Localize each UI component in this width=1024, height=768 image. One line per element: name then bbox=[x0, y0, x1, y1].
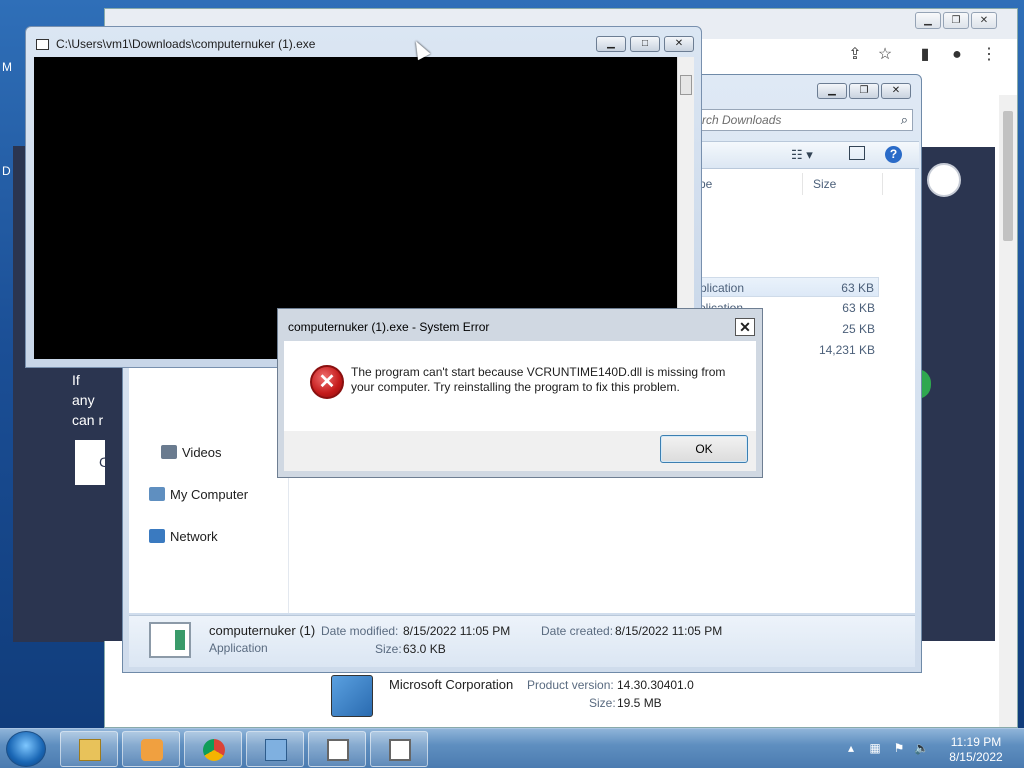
chrome-icon bbox=[203, 739, 225, 761]
file-name: computernuker (1) bbox=[209, 623, 316, 638]
nav-item-videos[interactable]: Videos bbox=[161, 445, 222, 460]
error-message: The program can't start because VCRUNTIM… bbox=[351, 365, 726, 394]
date-created: 8/15/2022 11:05 PM bbox=[615, 624, 723, 638]
videos-icon bbox=[161, 445, 177, 459]
taskbar-media-player[interactable] bbox=[122, 731, 180, 767]
installer-info: Microsoft Corporation Product version: 1… bbox=[331, 675, 731, 717]
volume-icon[interactable]: 🔈 bbox=[914, 741, 929, 755]
side-panel-icon[interactable]: ▮ bbox=[915, 45, 935, 65]
folder-icon bbox=[79, 739, 101, 761]
dialog-body: ✕ The program can't start because VCRUNT… bbox=[284, 341, 756, 431]
page-text-fragment: If any can r mod bbox=[72, 370, 104, 430]
control-panel-icon bbox=[265, 739, 287, 761]
date-modified-label: Date modified: bbox=[321, 624, 399, 638]
file-type: Application bbox=[209, 641, 268, 655]
details-view-icon[interactable]: ☷ ▾ bbox=[791, 147, 813, 163]
nav-item-network[interactable]: Network bbox=[149, 529, 218, 544]
details-pane: computernuker (1) Application Date modif… bbox=[129, 615, 915, 667]
computer-icon bbox=[149, 487, 165, 501]
profile-icon[interactable]: ● bbox=[947, 45, 967, 65]
chrome-minimize-button[interactable]: ▁ bbox=[915, 12, 941, 29]
account-avatar-icon[interactable] bbox=[927, 163, 961, 197]
size-label: Size: bbox=[375, 642, 402, 656]
column-type[interactable]: pe bbox=[699, 173, 803, 195]
dialog-close-button[interactable]: ✕ bbox=[735, 318, 755, 336]
date-created-label: Date created: bbox=[541, 624, 614, 638]
taskbar-app-1[interactable] bbox=[308, 731, 366, 767]
action-center-icon[interactable]: ⚑ bbox=[892, 741, 906, 755]
product-version-label: Product version: bbox=[527, 678, 614, 692]
desktop-text-d: D bbox=[2, 164, 11, 178]
error-icon: ✕ bbox=[310, 365, 344, 399]
list-item[interactable]: plication63 KB bbox=[699, 277, 879, 297]
product-version: 14.30.30401.0 bbox=[617, 678, 694, 692]
clock-date: 8/15/2022 bbox=[949, 750, 1003, 764]
application-icon bbox=[389, 739, 411, 761]
page-button-fragment[interactable]: C bbox=[75, 440, 105, 485]
search-input[interactable]: rch Downloads ⌕ bbox=[697, 109, 913, 131]
search-icon[interactable]: ⌕ bbox=[901, 112, 908, 128]
network-tray-icon[interactable]: ▦ bbox=[868, 741, 882, 755]
file-size: 63.0 KB bbox=[403, 642, 446, 656]
share-icon[interactable]: ⇪ bbox=[845, 45, 865, 65]
console-close-button[interactable]: ✕ bbox=[664, 36, 694, 52]
dialog-footer: OK bbox=[284, 431, 756, 471]
explorer-maximize-button[interactable]: ❐ bbox=[849, 83, 879, 99]
taskbar: ▴ ▦ ⚑ 🔈 11:19 PM 8/15/2022 bbox=[0, 728, 1024, 768]
console-app-icon[interactable] bbox=[36, 39, 49, 50]
console-title: C:\Users\vm1\Downloads\computernuker (1)… bbox=[56, 37, 316, 51]
application-icon bbox=[327, 739, 349, 761]
console-minimize-button[interactable]: ▁ bbox=[596, 36, 626, 52]
system-error-dialog: computernuker (1).exe - System Error ✕ ✕… bbox=[277, 308, 763, 478]
column-size[interactable]: Size bbox=[809, 173, 883, 195]
explorer-minimize-button[interactable]: ▁ bbox=[817, 83, 847, 99]
start-button[interactable] bbox=[6, 731, 46, 767]
date-modified: 8/15/2022 11:05 PM bbox=[403, 624, 511, 638]
taskbar-chrome[interactable] bbox=[184, 731, 242, 767]
installer-size: 19.5 MB bbox=[617, 696, 662, 710]
installer-size-label: Size: bbox=[589, 696, 616, 710]
clock-time: 11:19 PM bbox=[950, 735, 1002, 749]
console-maximize-button[interactable]: □ bbox=[630, 36, 660, 52]
preview-pane-icon[interactable] bbox=[849, 146, 865, 160]
menu-kebab-icon[interactable]: ⋮ bbox=[979, 45, 999, 65]
dialog-title: computernuker (1).exe - System Error bbox=[288, 320, 490, 334]
network-icon bbox=[149, 529, 165, 543]
chrome-close-button[interactable]: ✕ bbox=[971, 12, 997, 29]
installer-icon bbox=[331, 675, 373, 717]
chrome-scrollbar[interactable] bbox=[999, 95, 1017, 727]
desktop-text-m: M bbox=[2, 60, 12, 74]
explorer-close-button[interactable]: ✕ bbox=[881, 83, 911, 99]
media-player-icon bbox=[141, 739, 163, 761]
taskbar-explorer[interactable] bbox=[60, 731, 118, 767]
application-file-icon bbox=[149, 622, 191, 658]
nav-item-my-computer[interactable]: My Computer bbox=[149, 487, 248, 502]
chrome-maximize-button[interactable]: ❐ bbox=[943, 12, 969, 29]
taskbar-clock[interactable]: 11:19 PM 8/15/2022 bbox=[940, 735, 1012, 765]
taskbar-app-2[interactable] bbox=[370, 731, 428, 767]
company-name: Microsoft Corporation bbox=[389, 677, 514, 692]
show-hidden-icons-icon[interactable]: ▴ bbox=[844, 741, 858, 755]
taskbar-control-panel[interactable] bbox=[246, 731, 304, 767]
bookmark-star-icon[interactable]: ☆ bbox=[875, 45, 895, 65]
help-icon[interactable]: ? bbox=[885, 146, 902, 163]
ok-button[interactable]: OK bbox=[660, 435, 748, 463]
